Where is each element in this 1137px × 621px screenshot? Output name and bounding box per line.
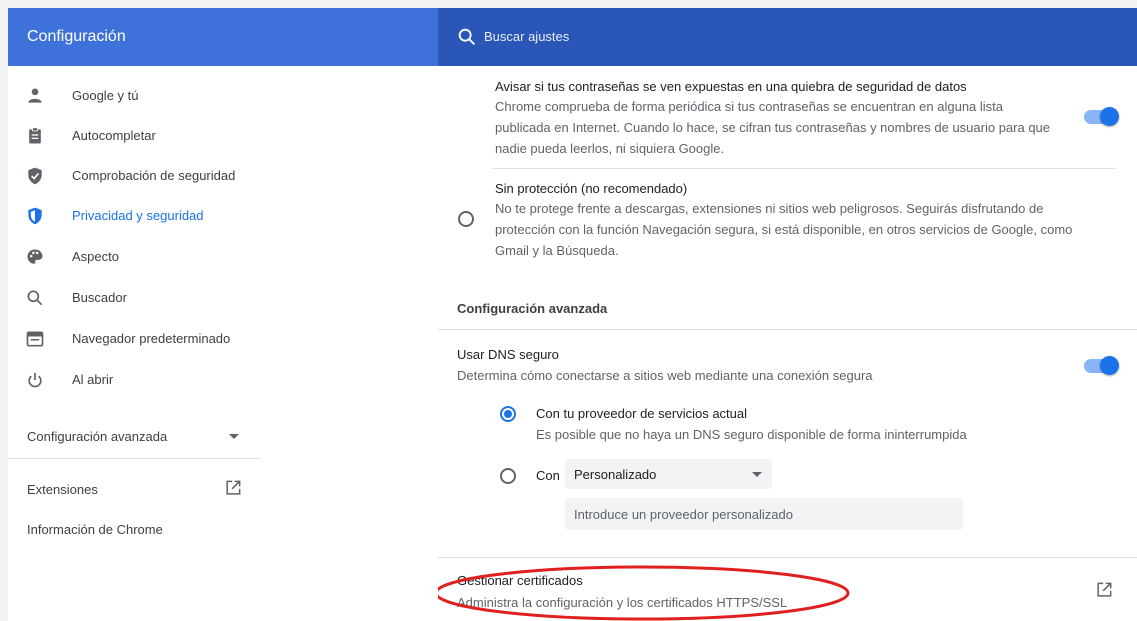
dropdown-arrow-icon: [752, 472, 762, 477]
divider: [438, 329, 1137, 330]
open-in-new-icon: [226, 480, 241, 495]
sidebar-item-autofill[interactable]: Autocompletar: [8, 116, 438, 156]
divider: [492, 168, 1116, 169]
sidebar-divider: [8, 458, 260, 459]
sidebar-advanced-label: Configuración avanzada: [27, 429, 168, 444]
dns-provider-select[interactable]: Personalizado: [565, 459, 772, 489]
toggle-knob: [1100, 356, 1119, 375]
secure-dns-title: Usar DNS seguro: [457, 347, 559, 362]
top-bar: Configuración Buscar ajustes: [8, 8, 1137, 66]
secure-dns-toggle[interactable]: [1084, 355, 1119, 375]
password-leak-toggle[interactable]: [1084, 106, 1119, 126]
password-leak-desc-line: publicada en Internet. Cuando lo hace, s…: [495, 120, 1051, 135]
sidebar-item-about-chrome[interactable]: Información de Chrome: [8, 512, 263, 546]
advanced-section-heading: Configuración avanzada: [457, 301, 608, 316]
no-protection-title: Sin protección (no recomendado): [495, 181, 688, 196]
toggle-knob: [1100, 107, 1119, 126]
sidebar-item-label: Extensiones: [27, 482, 98, 497]
password-leak-title: Avisar si tus contraseñas se ven expuest…: [495, 79, 967, 94]
person-icon: [28, 88, 42, 103]
dns-current-provider-radio[interactable]: [500, 406, 516, 422]
password-leak-desc-line: Chrome comprueba de forma periódica si t…: [495, 99, 1004, 114]
search-icon: [27, 290, 43, 306]
sidebar-item-extensions[interactable]: Extensiones: [8, 470, 263, 510]
sidebar-advanced-toggle[interactable]: Configuración avanzada: [8, 416, 263, 456]
dns-provider-select-value: Personalizado: [574, 467, 657, 482]
sidebar-item-label: Comprobación de seguridad: [72, 168, 236, 183]
password-leak-desc-line: nadie pueda leerlos, ni siquiera Google.: [495, 141, 725, 156]
manage-certificates-title: Gestionar certificados: [457, 573, 583, 588]
shield-check-icon: [28, 167, 42, 185]
chevron-down-icon: [229, 434, 239, 439]
secure-dns-desc: Determina cómo conectarse a sitios web m…: [457, 368, 873, 383]
sidebar: Google y tú Autocompletar Comprobación d…: [8, 66, 438, 621]
sidebar-item-label: Autocompletar: [72, 128, 156, 143]
no-protection-desc-line: Gmail y la Búsqueda.: [495, 243, 619, 258]
sidebar-item-search-engine[interactable]: Buscador: [8, 278, 438, 318]
sidebar-item-appearance[interactable]: Aspecto: [8, 237, 438, 277]
palette-icon: [27, 249, 43, 264]
open-in-new-icon[interactable]: [1094, 580, 1114, 600]
sidebar-item-label: Al abrir: [72, 372, 114, 387]
no-protection-desc-line: No te protege frente a descargas, extens…: [495, 201, 1044, 216]
search-icon: [458, 28, 475, 45]
no-protection-radio[interactable]: [458, 211, 474, 227]
settings-content: Avisar si tus contraseñas se ven expuest…: [438, 66, 1137, 621]
sidebar-item-default-browser[interactable]: Navegador predeterminado: [8, 319, 438, 359]
search-bar[interactable]: Buscar ajustes: [438, 8, 1137, 66]
manage-certificates-desc: Administra la configuración y los certif…: [457, 595, 788, 610]
sidebar-item-label: Aspecto: [72, 249, 119, 264]
sidebar-item-label: Privacidad y seguridad: [72, 208, 204, 223]
sidebar-item-google[interactable]: Google y tú: [8, 76, 438, 116]
sidebar-item-safety-check[interactable]: Comprobación de seguridad: [8, 156, 438, 196]
page-title: Configuración: [27, 28, 126, 45]
sidebar-item-label: Buscador: [72, 290, 127, 305]
sidebar-item-on-startup[interactable]: Al abrir: [8, 360, 438, 400]
sidebar-item-label: Google y tú: [72, 88, 139, 103]
power-icon: [28, 372, 42, 388]
no-protection-desc-line: protección con la función Navegación seg…: [495, 222, 1073, 237]
divider: [438, 557, 1137, 558]
dns-custom-radio[interactable]: [500, 468, 516, 484]
custom-dns-provider-input[interactable]: [565, 498, 963, 530]
clipboard-icon: [29, 127, 41, 144]
shield-privacy-icon: [28, 207, 42, 225]
header-title-area: Configuración: [8, 8, 438, 66]
sidebar-item-label: Información de Chrome: [27, 522, 163, 537]
dns-current-provider-desc: Es posible que no haya un DNS seguro dis…: [536, 427, 967, 442]
search-input[interactable]: Buscar ajustes: [484, 29, 569, 44]
dns-current-provider-title: Con tu proveedor de servicios actual: [536, 406, 748, 421]
browser-window-icon: [26, 331, 44, 347]
sidebar-item-label: Navegador predeterminado: [72, 331, 231, 346]
sidebar-item-privacy[interactable]: Privacidad y seguridad: [8, 196, 438, 236]
dns-custom-label: Con: [536, 468, 560, 483]
